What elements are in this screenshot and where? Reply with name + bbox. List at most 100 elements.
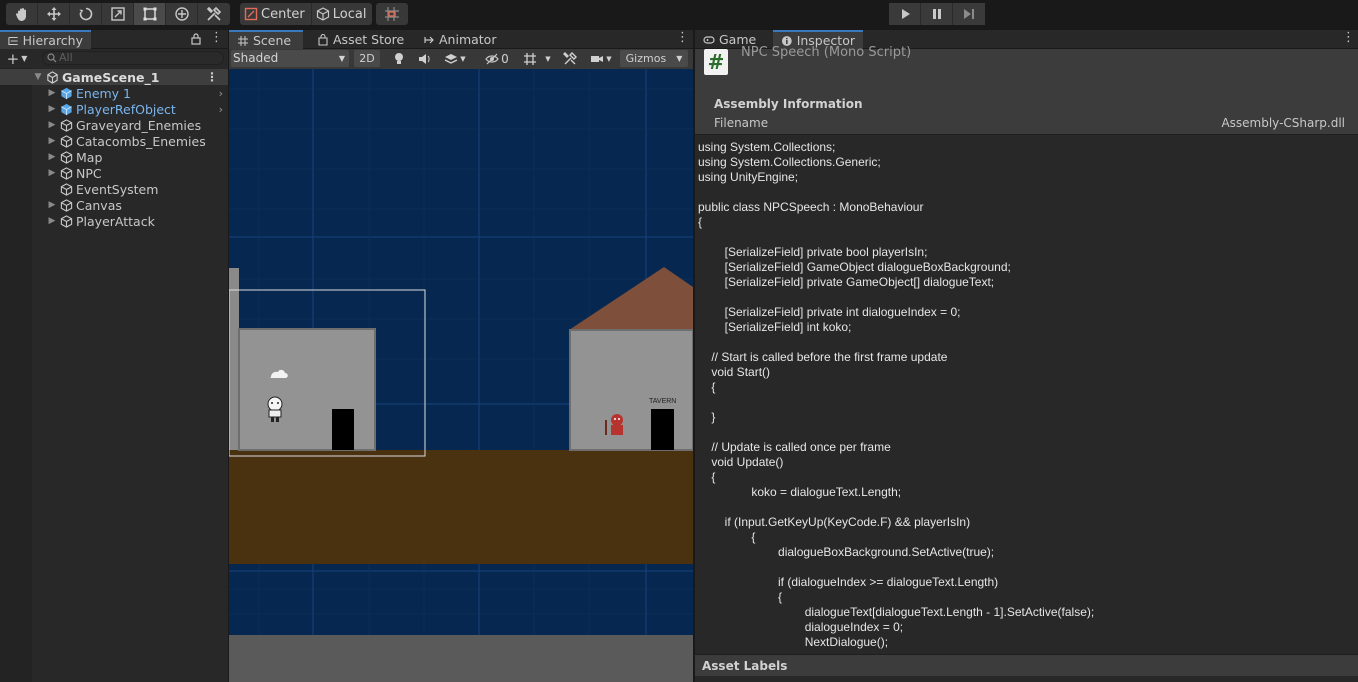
expand-arrow-icon[interactable]: ▶ [46,213,58,229]
code-line: dialogueIndex = 0; [698,620,904,634]
hand-tool-icon[interactable] [6,3,38,25]
tab-asset-store[interactable]: Asset Store [309,30,412,49]
chevron-right-icon[interactable]: › [219,103,223,116]
scene-tab-label: Scene [253,33,292,48]
hierarchy-item-label: Enemy 1 [76,85,132,101]
chevron-down-icon: ▼ [545,54,551,63]
hierarchy-search-input[interactable]: All [42,51,224,65]
hierarchy-item[interactable]: ▶ PlayerAttack [32,213,228,229]
expand-arrow-icon[interactable]: ▶ [46,101,58,117]
step-icon[interactable] [953,3,985,25]
tab-animator[interactable]: Animator [415,30,504,49]
code-line: if (dialogueIndex >= dialogueText.Length… [698,575,999,589]
tab-scene[interactable]: Scene [229,30,303,49]
expand-arrow-icon[interactable]: ▶ [46,197,58,213]
hierarchy-item-label: Catacombs_Enemies [76,133,206,149]
code-line: using UnityEngine; [698,170,799,184]
scene-menu-icon[interactable]: ⋮ [206,70,218,84]
scene-viewport[interactable]: TAVERN [229,69,693,682]
expand-arrow-icon[interactable]: ▶ [46,85,58,101]
rect-tool-icon[interactable] [134,3,166,25]
custom-tool-icon[interactable] [198,3,230,25]
code-line: void Start() [698,365,771,379]
camera-dropdown[interactable]: ▼ [586,50,616,67]
tools-overlay-button[interactable] [559,50,581,67]
scale-tool-icon[interactable] [102,3,134,25]
code-line: void Update() [698,455,784,469]
code-line: { [698,590,783,604]
play-icon[interactable] [889,3,921,25]
gameobject-cube-icon [60,198,73,212]
hierarchy-item[interactable]: ▶ PlayerRefObject › [32,101,228,117]
grid-snapping-icon[interactable] [376,3,408,25]
chevron-right-icon[interactable]: › [219,87,223,100]
move-tool-icon[interactable] [38,3,70,25]
scene-root-row[interactable]: ▼ GameScene_1 ⋮ [0,69,228,85]
asset-store-tab-label: Asset Store [333,32,405,47]
lock-icon[interactable] [191,33,201,45]
expand-arrow-icon[interactable]: ▶ [46,149,58,165]
create-button[interactable]: + ▼ [0,49,34,68]
scene-visibility-toggle[interactable]: 0 [482,50,512,67]
toggle-2d-label: 2D [359,52,375,65]
inspector-menu-icon[interactable]: ⋮ [1342,30,1355,45]
code-line: [SerializeField] private GameObject[] di… [698,275,995,289]
toggle-2d-button[interactable]: 2D [354,50,380,67]
code-line: using System.Collections.Generic; [698,155,881,169]
expand-arrow-icon[interactable]: ▶ [46,117,58,133]
audio-toggle[interactable] [414,50,436,67]
pivot-space-toggle[interactable]: Local [312,3,373,25]
chevron-down-icon: ▼ [338,54,345,63]
effects-dropdown[interactable]: ▼ [440,50,470,67]
hierarchy-tab-label: Hierarchy [22,33,83,48]
expand-arrow-icon[interactable]: ▶ [46,165,58,181]
pause-icon[interactable] [921,3,953,25]
tavern-sign: TAVERN [649,398,676,405]
ground-platform [229,450,693,564]
tavern-building [569,329,693,451]
hierarchy-toolbar: + ▼ All [0,49,228,68]
hierarchy-item[interactable]: ▶ Graveyard_Enemies [32,117,228,133]
assembly-information-section: Assembly Information Filename Assembly-C… [695,91,1358,135]
hierarchy-menu-icon[interactable]: ⋮ [210,30,223,45]
pivot-label: Center [261,6,305,22]
hierarchy-item[interactable]: ▶ Catacombs_Enemies [32,133,228,149]
wall-edge [229,268,239,450]
shading-mode-dropdown[interactable]: Shaded ▼ [231,50,349,67]
asset-labels-section[interactable]: Asset Labels [695,654,1358,676]
expand-arrow-icon[interactable]: ▶ [46,133,58,149]
scene-menu-icon[interactable]: ⋮ [676,30,689,45]
inspector-panel: Game Inspector ⋮ # NPC Speech (Mono Scri… [695,30,1358,682]
code-line: { [698,530,756,544]
pivot-toggles: Center Local [240,3,373,25]
shading-mode-value: Shaded [233,51,279,65]
hierarchy-item[interactable]: EventSystem [32,181,228,197]
hierarchy-item[interactable]: ▶ NPC [32,165,228,181]
lighting-toggle[interactable] [388,50,410,67]
gizmos-label: Gizmos [625,52,667,65]
transform-tool-icon[interactable] [166,3,198,25]
unity-scene-icon [47,70,58,84]
tab-hierarchy[interactable]: Hierarchy [0,30,91,49]
script-source-preview: using System.Collections; using System.Co… [698,140,1348,650]
hierarchy-item-label: Canvas [76,197,122,213]
grid-dropdown[interactable]: ▼ [519,50,555,67]
floor-strip [229,635,693,682]
expand-arrow-icon[interactable]: ▼ [32,69,44,85]
rotate-tool-icon[interactable] [70,3,102,25]
animator-icon [424,36,434,43]
gizmos-dropdown[interactable]: Gizmos ▼ [620,50,688,67]
scene-name: GameScene_1 [62,69,160,85]
hierarchy-item[interactable]: ▶ Canvas [32,197,228,213]
hierarchy-item-label: NPC [76,165,102,181]
code-line: [SerializeField] private int dialogueInd… [698,305,961,319]
gameobject-cube-icon [60,150,73,164]
hierarchy-item[interactable]: ▶ Map [32,149,228,165]
chevron-down-icon: ▼ [606,54,612,63]
hierarchy-item[interactable]: ▶ Enemy 1 › [32,85,228,101]
script-hash-icon: # [704,49,728,75]
pivot-center-toggle[interactable]: Center [240,3,312,25]
